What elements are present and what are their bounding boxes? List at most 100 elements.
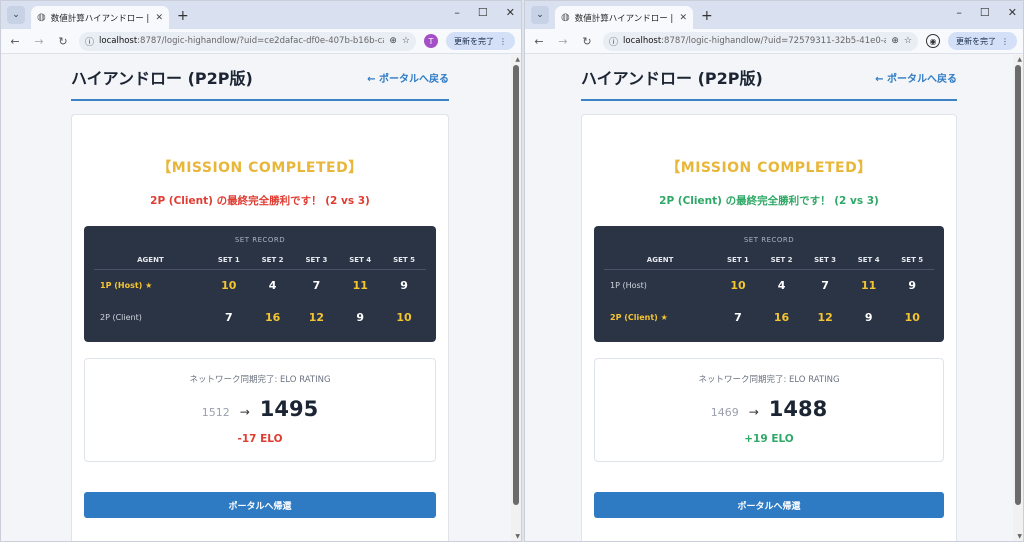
agent-name: 1P (Host) ★ bbox=[100, 281, 153, 291]
back-arrow-icon[interactable]: ← bbox=[531, 35, 547, 48]
agent-name: 2P (Client) bbox=[100, 313, 142, 322]
return-to-portal-button[interactable]: ポータルへ帰還 bbox=[594, 492, 944, 518]
new-tab-icon[interactable]: + bbox=[177, 8, 189, 24]
tab-search-icon[interactable]: ⌄ bbox=[531, 6, 549, 24]
result-card: 【MISSION COMPLETED】 2P (Client) の最終完全勝利で… bbox=[71, 114, 449, 541]
set-score: 7 bbox=[821, 279, 829, 293]
forward-arrow-icon[interactable]: → bbox=[555, 35, 571, 48]
set-score: 7 bbox=[312, 279, 321, 293]
zoom-icon[interactable]: ⊕ bbox=[891, 36, 899, 46]
globe-icon: ◍ bbox=[37, 12, 46, 23]
set-score: 9 bbox=[864, 311, 873, 324]
table-row: 1P (Host) ★ 10 4 7 11 9 bbox=[94, 270, 426, 302]
set-score: 9 bbox=[908, 279, 917, 293]
scroll-thumb[interactable] bbox=[1015, 65, 1021, 505]
back-arrow-icon[interactable]: ← bbox=[7, 35, 23, 48]
close-icon[interactable]: ✕ bbox=[155, 13, 163, 23]
maximize-icon[interactable]: ☐ bbox=[980, 6, 990, 19]
tab-strip: ⌄ ◍ 数値計算ハイアンドロー | TUKUMO ✕ + – ☐ ✕ bbox=[1, 1, 521, 29]
set-score: 9 bbox=[356, 311, 365, 324]
bookmark-star-icon[interactable]: ☆ bbox=[904, 36, 912, 46]
return-to-portal-button[interactable]: ポータルへ帰還 bbox=[84, 492, 436, 518]
scroll-down-icon[interactable]: ▼ bbox=[515, 533, 520, 540]
agent-name: 1P (Host) bbox=[610, 281, 647, 291]
update-button[interactable]: 更新を完了 ⋮ bbox=[948, 32, 1017, 50]
tab-title: 数値計算ハイアンドロー | TUKUMO bbox=[574, 13, 675, 24]
elo-caption: ネットワーク同期完了: ELO RATING bbox=[698, 374, 840, 385]
elo-new-value: 1495 bbox=[259, 396, 319, 421]
update-button[interactable]: 更新を完了 ⋮ bbox=[446, 32, 515, 50]
scroll-down-icon[interactable]: ▼ bbox=[1017, 533, 1022, 540]
set-score: 10 bbox=[221, 279, 237, 293]
globe-icon: ◍ bbox=[561, 12, 570, 23]
header-set-5: SET 5 bbox=[890, 252, 934, 270]
profile-avatar[interactable]: T bbox=[424, 34, 438, 48]
kebab-menu-icon: ⋮ bbox=[499, 36, 507, 46]
mission-heading: 【MISSION COMPLETED】 bbox=[666, 160, 872, 176]
elo-rating-panel: ネットワーク同期完了: ELO RATING 1469 → 1488 +19 E… bbox=[594, 357, 944, 462]
reload-icon[interactable]: ↻ bbox=[55, 35, 71, 48]
elo-old-value: 1469 bbox=[710, 405, 739, 419]
back-to-portal-link[interactable]: ← ポータルへ戻る bbox=[875, 70, 957, 85]
browser-tab[interactable]: ◍ 数値計算ハイアンドロー | TUKUMO ✕ bbox=[555, 6, 693, 29]
set-score: 10 bbox=[904, 311, 920, 324]
elo-old-value: 1512 bbox=[201, 405, 230, 419]
bookmark-star-icon[interactable]: ☆ bbox=[402, 36, 410, 46]
set-record-caption: SET RECORD bbox=[234, 236, 286, 244]
elo-rating-panel: ネットワーク同期完了: ELO RATING 1512 → 1495 -17 E… bbox=[84, 357, 436, 462]
agent-name: 2P (Client) ★ bbox=[610, 313, 668, 322]
scrollbar[interactable]: ▲ ▼ bbox=[1013, 55, 1023, 541]
browser-tab[interactable]: ◍ 数値計算ハイアンドロー | TUKUMO ✕ bbox=[31, 6, 169, 29]
header-set-4: SET 4 bbox=[338, 252, 383, 270]
set-record-panel: SET RECORD AGENT SET 1 SET 2 SET 3 SET 4… bbox=[594, 226, 944, 342]
forward-arrow-icon[interactable]: → bbox=[31, 35, 47, 48]
header-set-4: SET 4 bbox=[846, 252, 891, 270]
header-set-1: SET 1 bbox=[716, 252, 760, 270]
close-icon[interactable]: ✕ bbox=[679, 13, 687, 23]
set-score: 7 bbox=[224, 311, 233, 324]
kebab-menu-icon: ⋮ bbox=[1001, 36, 1009, 46]
header-set-2: SET 2 bbox=[250, 252, 295, 270]
scroll-thumb[interactable] bbox=[513, 65, 519, 505]
elo-caption: ネットワーク同期完了: ELO RATING bbox=[189, 374, 331, 385]
tab-search-icon[interactable]: ⌄ bbox=[7, 6, 25, 24]
arrow-right-icon: → bbox=[239, 404, 250, 419]
minimize-icon[interactable]: – bbox=[956, 6, 962, 19]
page-title: ハイアンドロー (P2P版) bbox=[581, 69, 763, 88]
page-content: ハイアンドロー (P2P版) ← ポータルへ戻る 【MISSION COMPLE… bbox=[581, 55, 957, 541]
site-info-icon[interactable]: ⓘ bbox=[609, 35, 618, 48]
new-tab-icon[interactable]: + bbox=[701, 8, 713, 24]
set-record-table: AGENT SET 1 SET 2 SET 3 SET 4 SET 5 1P (… bbox=[94, 252, 426, 334]
page-header: ハイアンドロー (P2P版) ← ポータルへ戻る bbox=[71, 55, 449, 101]
set-score: 11 bbox=[861, 279, 877, 293]
site-info-icon[interactable]: ⓘ bbox=[85, 35, 94, 48]
set-score: 12 bbox=[308, 311, 325, 324]
back-to-portal-link[interactable]: ← ポータルへ戻る bbox=[367, 70, 449, 85]
set-record-table: AGENT SET 1 SET 2 SET 3 SET 4 SET 5 1P (… bbox=[604, 252, 934, 334]
maximize-icon[interactable]: ☐ bbox=[478, 6, 488, 19]
header-set-3: SET 3 bbox=[294, 252, 339, 270]
address-bar[interactable]: ⓘ localhost:8787/logic-highandlow/?uid=7… bbox=[603, 31, 918, 51]
header-agent: AGENT bbox=[94, 252, 207, 270]
mission-heading: 【MISSION COMPLETED】 bbox=[157, 160, 363, 176]
scroll-up-icon[interactable]: ▲ bbox=[515, 56, 520, 63]
close-window-icon[interactable]: ✕ bbox=[1008, 6, 1017, 19]
table-row: 2P (Client) ★ 7 16 12 9 10 bbox=[604, 302, 934, 334]
header-set-2: SET 2 bbox=[759, 252, 804, 270]
reload-icon[interactable]: ↻ bbox=[579, 35, 595, 48]
zoom-icon[interactable]: ⊕ bbox=[389, 36, 397, 46]
address-bar[interactable]: ⓘ localhost:8787/logic-highandlow/?uid=c… bbox=[79, 31, 416, 51]
scrollbar[interactable]: ▲ ▼ bbox=[511, 55, 521, 541]
close-window-icon[interactable]: ✕ bbox=[506, 6, 515, 19]
profile-avatar-icon[interactable]: ◉ bbox=[926, 34, 940, 48]
arrow-right-icon: → bbox=[748, 404, 759, 419]
elo-delta: -17 ELO bbox=[237, 432, 283, 445]
result-message: 2P (Client) の最終完全勝利です！ (2 vs 3) bbox=[150, 195, 370, 207]
tab-title: 数値計算ハイアンドロー | TUKUMO bbox=[50, 13, 151, 24]
scroll-up-icon[interactable]: ▲ bbox=[1017, 56, 1022, 63]
tab-strip: ⌄ ◍ 数値計算ハイアンドロー | TUKUMO ✕ + – ☐ ✕ bbox=[525, 1, 1023, 29]
elo-change-line: 1469 → 1488 bbox=[595, 397, 943, 421]
minimize-icon[interactable]: – bbox=[454, 6, 460, 19]
result-message: 2P (Client) の最終完全勝利です！ (2 vs 3) bbox=[659, 195, 879, 207]
set-score: 10 bbox=[396, 311, 412, 324]
